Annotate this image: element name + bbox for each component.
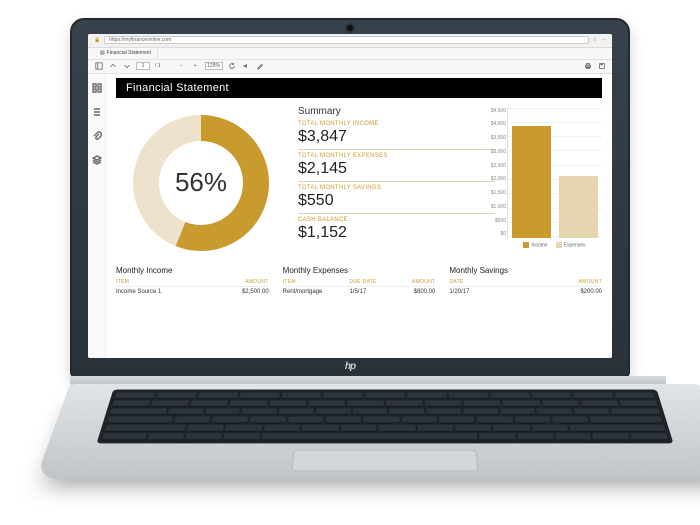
savings-label: TOTAL MONTHLY SAVINGS bbox=[298, 181, 495, 191]
browser-address-bar: 🔒 https://myfinanceonline.com ☆ ⋯ bbox=[88, 34, 612, 48]
expenses-label: TOTAL MONTHLY EXPENSES bbox=[298, 149, 495, 159]
hp-logo: hp bbox=[345, 361, 355, 372]
legend-expenses: Expenses bbox=[556, 242, 586, 248]
cash-value: $1,152 bbox=[298, 224, 495, 242]
legend-income: Income bbox=[523, 242, 547, 248]
table-row: Rent/mortgage1/5/17$800.00 bbox=[283, 286, 436, 295]
table-income: Monthly Income ITEMAMOUNT Income Source … bbox=[116, 266, 269, 295]
income-label: TOTAL MONTHLY INCOME bbox=[298, 121, 495, 127]
menu-icon[interactable]: ⋯ bbox=[601, 37, 606, 43]
doc-icon: ▤ bbox=[100, 50, 105, 56]
url-input[interactable]: https://myfinanceonline.com bbox=[104, 36, 588, 44]
table-savings: Monthly Savings DATEAMOUNT 1/20/17$200.0… bbox=[449, 266, 602, 295]
keyboard bbox=[97, 389, 674, 443]
table-expenses-title: Monthly Expenses bbox=[283, 266, 436, 275]
browser-tab-strip: ▤ Financial Statement bbox=[88, 48, 612, 60]
tab-title: Financial Statement bbox=[107, 50, 151, 56]
bar-chart: $4,500$4,000$3,500$3,000$2,500$2,000$1,5… bbox=[507, 104, 602, 258]
zoom-out-icon[interactable]: − bbox=[177, 62, 186, 71]
lock-icon: 🔒 bbox=[94, 37, 100, 43]
page-up-icon[interactable] bbox=[108, 62, 117, 71]
outline-icon[interactable] bbox=[92, 104, 102, 122]
webcam bbox=[347, 25, 353, 31]
donut-chart: 56% bbox=[126, 108, 276, 258]
star-icon[interactable]: ☆ bbox=[593, 37, 597, 43]
sidebar-toggle-icon[interactable] bbox=[94, 62, 103, 71]
savings-value: $550 bbox=[298, 192, 495, 210]
page-down-icon[interactable] bbox=[122, 62, 131, 71]
expenses-value: $2,145 bbox=[298, 160, 495, 178]
table-savings-title: Monthly Savings bbox=[449, 266, 602, 275]
summary-panel: Summary TOTAL MONTHLY INCOME $3,847 TOTA… bbox=[298, 104, 495, 258]
screen: 🔒 https://myfinanceonline.com ☆ ⋯ ▤ Fina… bbox=[88, 34, 612, 358]
zoom-in-icon[interactable]: + bbox=[191, 62, 200, 71]
table-expenses: Monthly Expenses ITEMDUE DATEAMOUNT Rent… bbox=[283, 266, 436, 295]
page-number-input[interactable]: 1 bbox=[136, 62, 150, 70]
thumbnails-icon[interactable] bbox=[92, 80, 102, 98]
table-row: 1/20/17$200.00 bbox=[449, 286, 602, 295]
rotate-icon[interactable] bbox=[228, 62, 237, 71]
laptop-deck bbox=[35, 384, 700, 480]
table-row: Income Source 1$2,500.00 bbox=[116, 286, 269, 295]
laptop-lid: 🔒 https://myfinanceonline.com ☆ ⋯ ▤ Fina… bbox=[70, 18, 630, 378]
bar-income bbox=[512, 126, 551, 237]
table-income-title: Monthly Income bbox=[116, 266, 269, 275]
laptop: 🔒 https://myfinanceonline.com ☆ ⋯ ▤ Fina… bbox=[70, 18, 630, 508]
page-total: / 1 bbox=[155, 63, 161, 69]
bar-expenses bbox=[559, 176, 598, 238]
cash-label: CASH BALANCE bbox=[298, 213, 495, 223]
document-title: Financial Statement bbox=[116, 78, 602, 98]
layers-icon[interactable] bbox=[92, 152, 102, 170]
save-icon[interactable] bbox=[597, 62, 606, 71]
donut-percent: 56% bbox=[126, 108, 276, 258]
print-icon[interactable] bbox=[583, 62, 592, 71]
browser-tab[interactable]: ▤ Financial Statement bbox=[94, 48, 158, 59]
income-value: $3,847 bbox=[298, 128, 495, 146]
draw-icon[interactable] bbox=[256, 62, 265, 71]
trackpad bbox=[291, 449, 478, 470]
document-page: Financial Statement 56% bbox=[106, 74, 612, 358]
summary-heading: Summary bbox=[298, 106, 495, 117]
attachments-icon[interactable] bbox=[92, 128, 102, 146]
pdf-sidebar-rail bbox=[88, 74, 106, 358]
read-aloud-icon[interactable] bbox=[242, 62, 251, 71]
pdf-toolbar: 1 / 1 − + 125% bbox=[88, 60, 612, 74]
zoom-level[interactable]: 125% bbox=[205, 62, 223, 70]
